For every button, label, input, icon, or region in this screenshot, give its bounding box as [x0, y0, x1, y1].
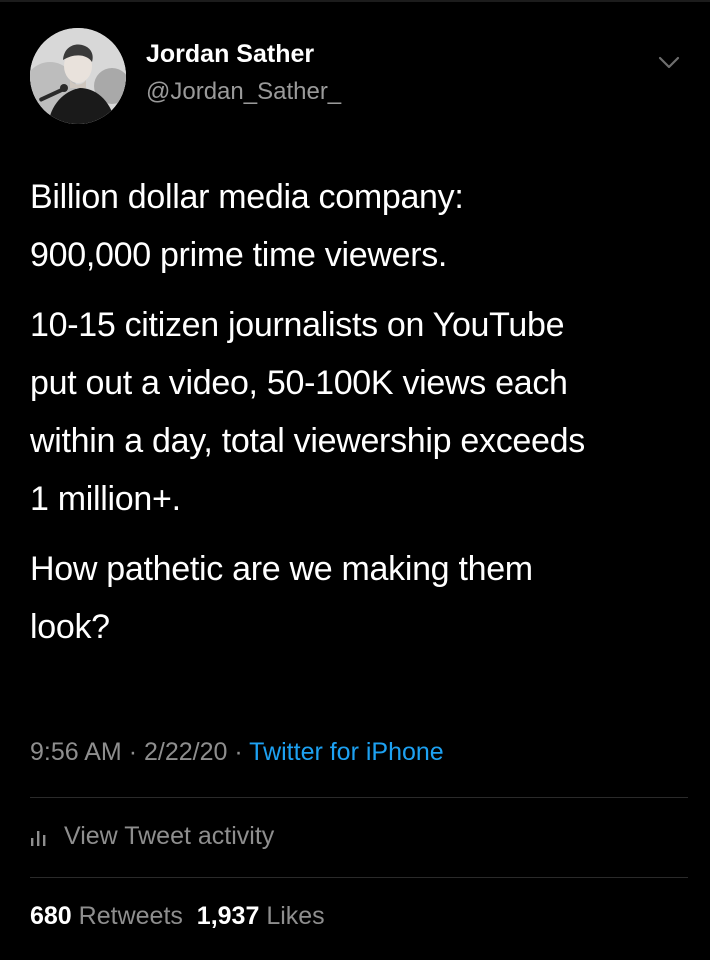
tweet-date[interactable]: 2/22/20 [144, 738, 227, 766]
bar-chart-icon [31, 831, 46, 846]
tweet-paragraph: How pathetic are we making them look? [30, 540, 690, 656]
tweet-line: 900,000 prime time viewers. [30, 236, 448, 274]
tweet-line: put out a video, 50-100K views each [30, 364, 568, 402]
tweet-time[interactable]: 9:56 AM [30, 738, 122, 766]
tweet-paragraph: 10-15 citizen journalists on YouTube put… [30, 296, 690, 528]
likes-label: Likes [266, 902, 325, 930]
author-name[interactable]: Jordan Sather [146, 40, 314, 69]
divider [30, 797, 688, 798]
likes-count: 1,937 [196, 902, 260, 930]
view-tweet-activity-button[interactable]: View Tweet activity [30, 818, 274, 854]
author-handle[interactable]: @Jordan_Sather_ [146, 78, 341, 106]
tweet-line: How pathetic are we making them [30, 550, 533, 588]
tweet-meta: 9:56 AM · 2/22/20 · Twitter for iPhone [30, 738, 444, 767]
retweets-label: Retweets [78, 902, 183, 930]
tweet-line: Billion dollar media company: [30, 178, 464, 216]
retweets-count: 680 [30, 902, 72, 930]
tweet-line: within a day, total viewership exceeds [30, 422, 585, 460]
top-divider [0, 0, 710, 2]
author-avatar[interactable] [30, 28, 126, 124]
meta-separator: · [128, 738, 138, 766]
divider [30, 877, 688, 878]
tweet-text: Billion dollar media company: 900,000 pr… [30, 168, 690, 668]
tweet-source-link[interactable]: Twitter for iPhone [249, 738, 444, 766]
likes-link[interactable]: 1,937 Likes [197, 902, 325, 930]
tweet-line: 10-15 citizen journalists on YouTube [30, 306, 565, 344]
tweet-line: look? [30, 608, 110, 646]
tweet-paragraph: Billion dollar media company: 900,000 pr… [30, 168, 690, 284]
chevron-down-icon[interactable] [656, 52, 682, 72]
view-tweet-activity-label: View Tweet activity [64, 821, 275, 850]
tweet-stats: 680 Retweets 1,937 Likes [30, 902, 325, 931]
profile-photo-icon [30, 28, 126, 124]
meta-separator: · [234, 738, 243, 766]
tweet-line: 1 million+. [30, 480, 181, 518]
retweets-link[interactable]: 680 Retweets [30, 902, 183, 930]
